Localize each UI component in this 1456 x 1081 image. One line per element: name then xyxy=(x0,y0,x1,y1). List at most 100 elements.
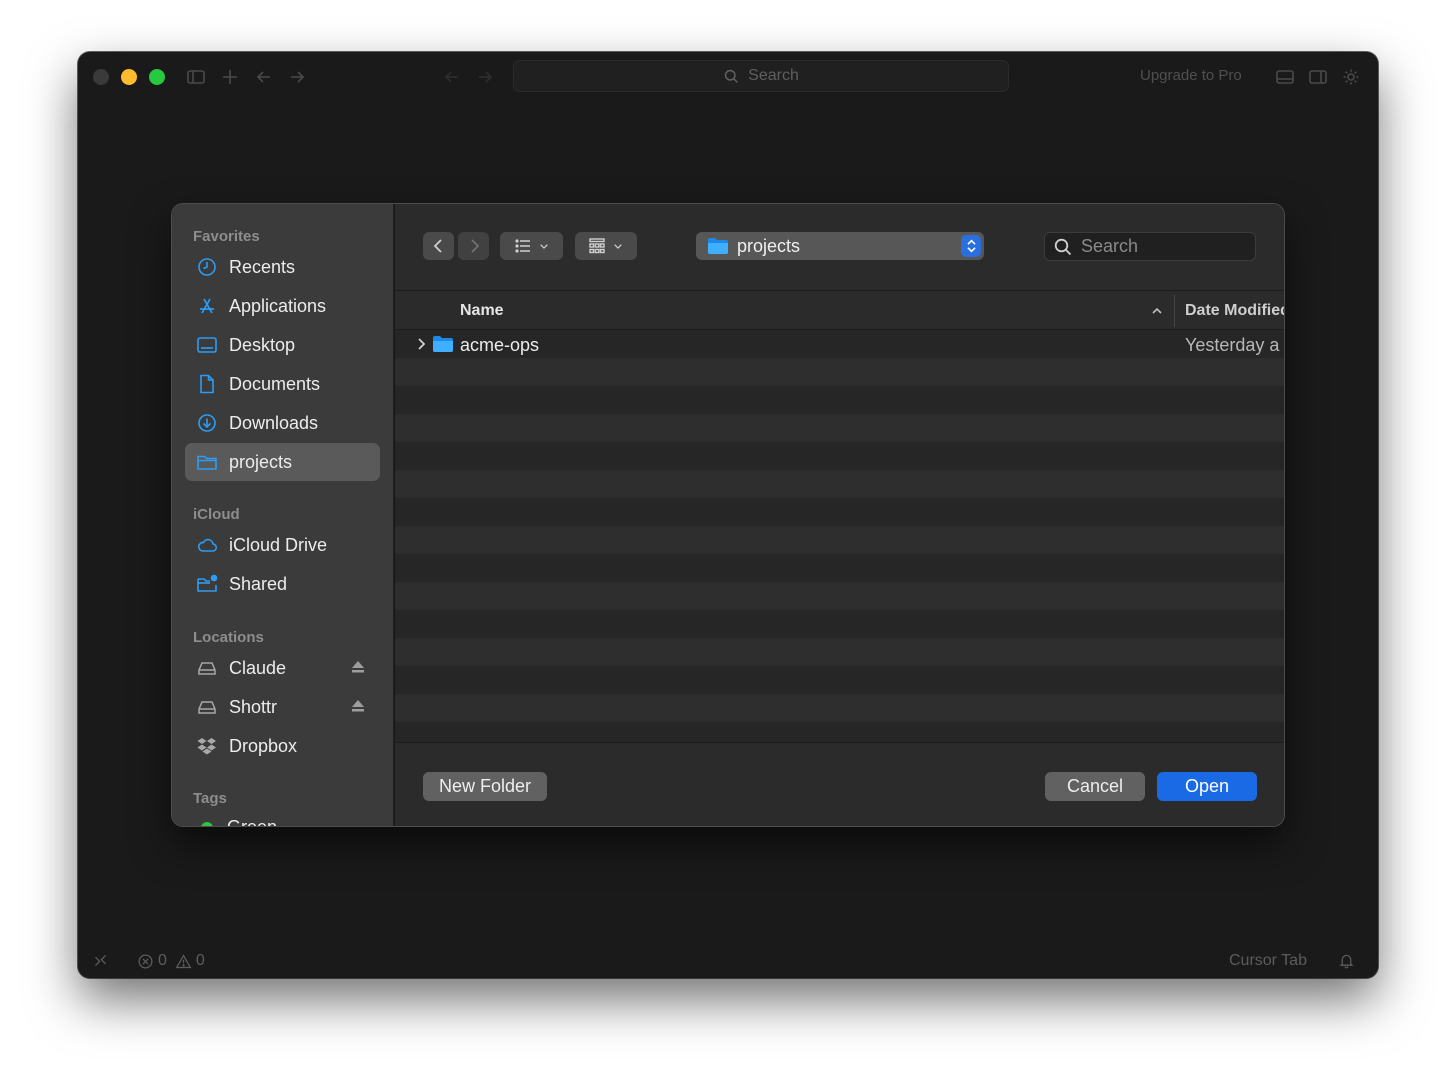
file-name: acme-ops xyxy=(460,335,540,355)
upgrade-to-pro-link[interactable]: Upgrade to Pro xyxy=(1140,67,1242,84)
dialog-sidebar: Favorites Recents Applications Desktop D… xyxy=(172,204,394,826)
command-search-bar[interactable]: Search xyxy=(513,60,1009,92)
back-arrow-icon[interactable] xyxy=(253,66,275,88)
panel-right-icon[interactable] xyxy=(1307,66,1329,88)
sidebar-item-documents[interactable]: Documents xyxy=(185,365,380,403)
dialog-search-placeholder: Search xyxy=(1081,236,1139,256)
gear-icon[interactable] xyxy=(1340,66,1362,88)
applications-icon xyxy=(195,294,219,318)
cancel-button[interactable]: Cancel xyxy=(1045,772,1145,801)
sidebar-item-tag-green[interactable]: Green xyxy=(227,817,277,826)
sidebar-item-label: Desktop xyxy=(229,334,296,355)
folder-icon xyxy=(195,450,219,474)
remote-connection-icon[interactable] xyxy=(92,952,109,969)
empty-row xyxy=(395,386,1284,414)
sidebar-item-shared[interactable]: Shared xyxy=(185,565,380,603)
maximize-window-button[interactable] xyxy=(149,69,165,85)
new-tab-icon[interactable] xyxy=(219,66,241,88)
folder-icon xyxy=(708,238,728,254)
empty-row xyxy=(395,722,1284,742)
tag-color-dot[interactable] xyxy=(201,822,213,826)
icloud-header: iCloud xyxy=(193,506,240,523)
empty-row xyxy=(395,694,1284,722)
empty-row xyxy=(395,442,1284,470)
back-button[interactable] xyxy=(423,232,454,260)
back-forward-group xyxy=(423,232,489,260)
empty-row xyxy=(395,526,1284,554)
command-search-placeholder: Search xyxy=(748,67,799,84)
group-by-group xyxy=(575,232,637,260)
nav-back-arrow-icon[interactable] xyxy=(441,66,463,88)
file-date-modified: Yesterday a xyxy=(1185,335,1280,355)
disclosure-chevron-icon[interactable] xyxy=(414,337,428,351)
sidebar-item-label: projects xyxy=(229,451,293,472)
eject-icon[interactable] xyxy=(350,698,366,714)
folder-icon xyxy=(433,336,453,352)
sidebar-item-desktop[interactable]: Desktop xyxy=(185,326,380,364)
sidebar-item-shottr[interactable]: Shottr xyxy=(185,688,380,726)
title-bar: Search Upgrade to Pro xyxy=(78,52,1378,100)
open-file-dialog: Favorites Recents Applications Desktop D… xyxy=(172,204,1284,826)
new-folder-button[interactable]: New Folder xyxy=(423,772,547,801)
sidebar-item-icloud-drive[interactable]: iCloud Drive xyxy=(185,526,380,564)
name-column-header[interactable]: Name xyxy=(460,302,504,320)
forward-button[interactable] xyxy=(458,232,489,260)
problems-indicator[interactable]: 0 0 xyxy=(137,952,205,970)
cursor-tab-status[interactable]: Cursor Tab xyxy=(1229,952,1307,970)
sidebar-item-projects[interactable]: projects xyxy=(185,443,380,481)
chevron-down-icon xyxy=(539,244,548,249)
location-popup[interactable]: projects xyxy=(696,232,984,260)
sidebar-item-label: Applications xyxy=(229,295,327,316)
forward-arrow-icon[interactable] xyxy=(286,66,308,88)
desktop-icon xyxy=(195,333,219,357)
empty-row xyxy=(395,638,1284,666)
search-icon xyxy=(1054,238,1072,255)
status-bar: 0 0 Cursor Tab xyxy=(78,948,1378,978)
sidebar-item-claude[interactable]: Claude xyxy=(185,649,380,687)
chevron-down-icon xyxy=(614,244,622,249)
download-icon xyxy=(195,411,219,435)
warning-triangle-icon xyxy=(175,953,192,968)
dialog-toolbar: projects Search xyxy=(395,204,1284,290)
sidebar-toggle-icon[interactable] xyxy=(185,66,207,88)
sidebar-item-label: Downloads xyxy=(229,412,319,433)
empty-row xyxy=(395,554,1284,582)
empty-row xyxy=(395,358,1284,386)
empty-row xyxy=(395,498,1284,526)
current-folder-label: projects xyxy=(737,235,801,256)
sidebar-item-downloads[interactable]: Downloads xyxy=(185,404,380,442)
sort-ascending-icon[interactable] xyxy=(1150,304,1164,318)
drive-icon xyxy=(195,695,219,719)
empty-row xyxy=(395,414,1284,442)
empty-row xyxy=(395,582,1284,610)
locations-header: Locations xyxy=(193,629,264,646)
column-divider[interactable] xyxy=(1174,295,1175,327)
sidebar-item-label: iCloud Drive xyxy=(229,534,328,555)
empty-row xyxy=(395,470,1284,498)
clock-icon xyxy=(195,255,219,279)
minimize-window-button[interactable] xyxy=(121,69,137,85)
dialog-search-field[interactable]: Search xyxy=(1044,232,1256,261)
shared-folder-icon xyxy=(195,572,219,596)
bell-icon[interactable] xyxy=(1338,952,1355,969)
close-window-button[interactable] xyxy=(93,69,109,85)
sidebar-item-label: Recents xyxy=(229,256,296,277)
list-view-button[interactable] xyxy=(500,232,563,260)
sidebar-item-recents[interactable]: Recents xyxy=(185,248,380,286)
sidebar-item-label: Documents xyxy=(229,373,321,394)
drive-icon xyxy=(195,656,219,680)
dialog-footer: New Folder Cancel Open xyxy=(395,742,1284,826)
table-row[interactable]: acme-ops Yesterday a xyxy=(395,330,1284,358)
nav-forward-arrow-icon[interactable] xyxy=(474,66,496,88)
chevron-right-icon xyxy=(470,239,479,253)
date-modified-column-header[interactable]: Date Modified xyxy=(1185,302,1284,320)
panel-bottom-icon[interactable] xyxy=(1274,66,1296,88)
sidebar-item-applications[interactable]: Applications xyxy=(185,287,380,325)
search-icon xyxy=(724,69,739,83)
open-button[interactable]: Open xyxy=(1157,772,1257,801)
warning-count: 0 xyxy=(195,952,205,969)
sidebar-item-dropbox[interactable]: Dropbox xyxy=(185,727,380,765)
eject-icon[interactable] xyxy=(350,659,366,675)
group-by-button[interactable] xyxy=(575,232,637,260)
dialog-main-pane: projects Search Name Date Modified acme-… xyxy=(395,204,1284,826)
